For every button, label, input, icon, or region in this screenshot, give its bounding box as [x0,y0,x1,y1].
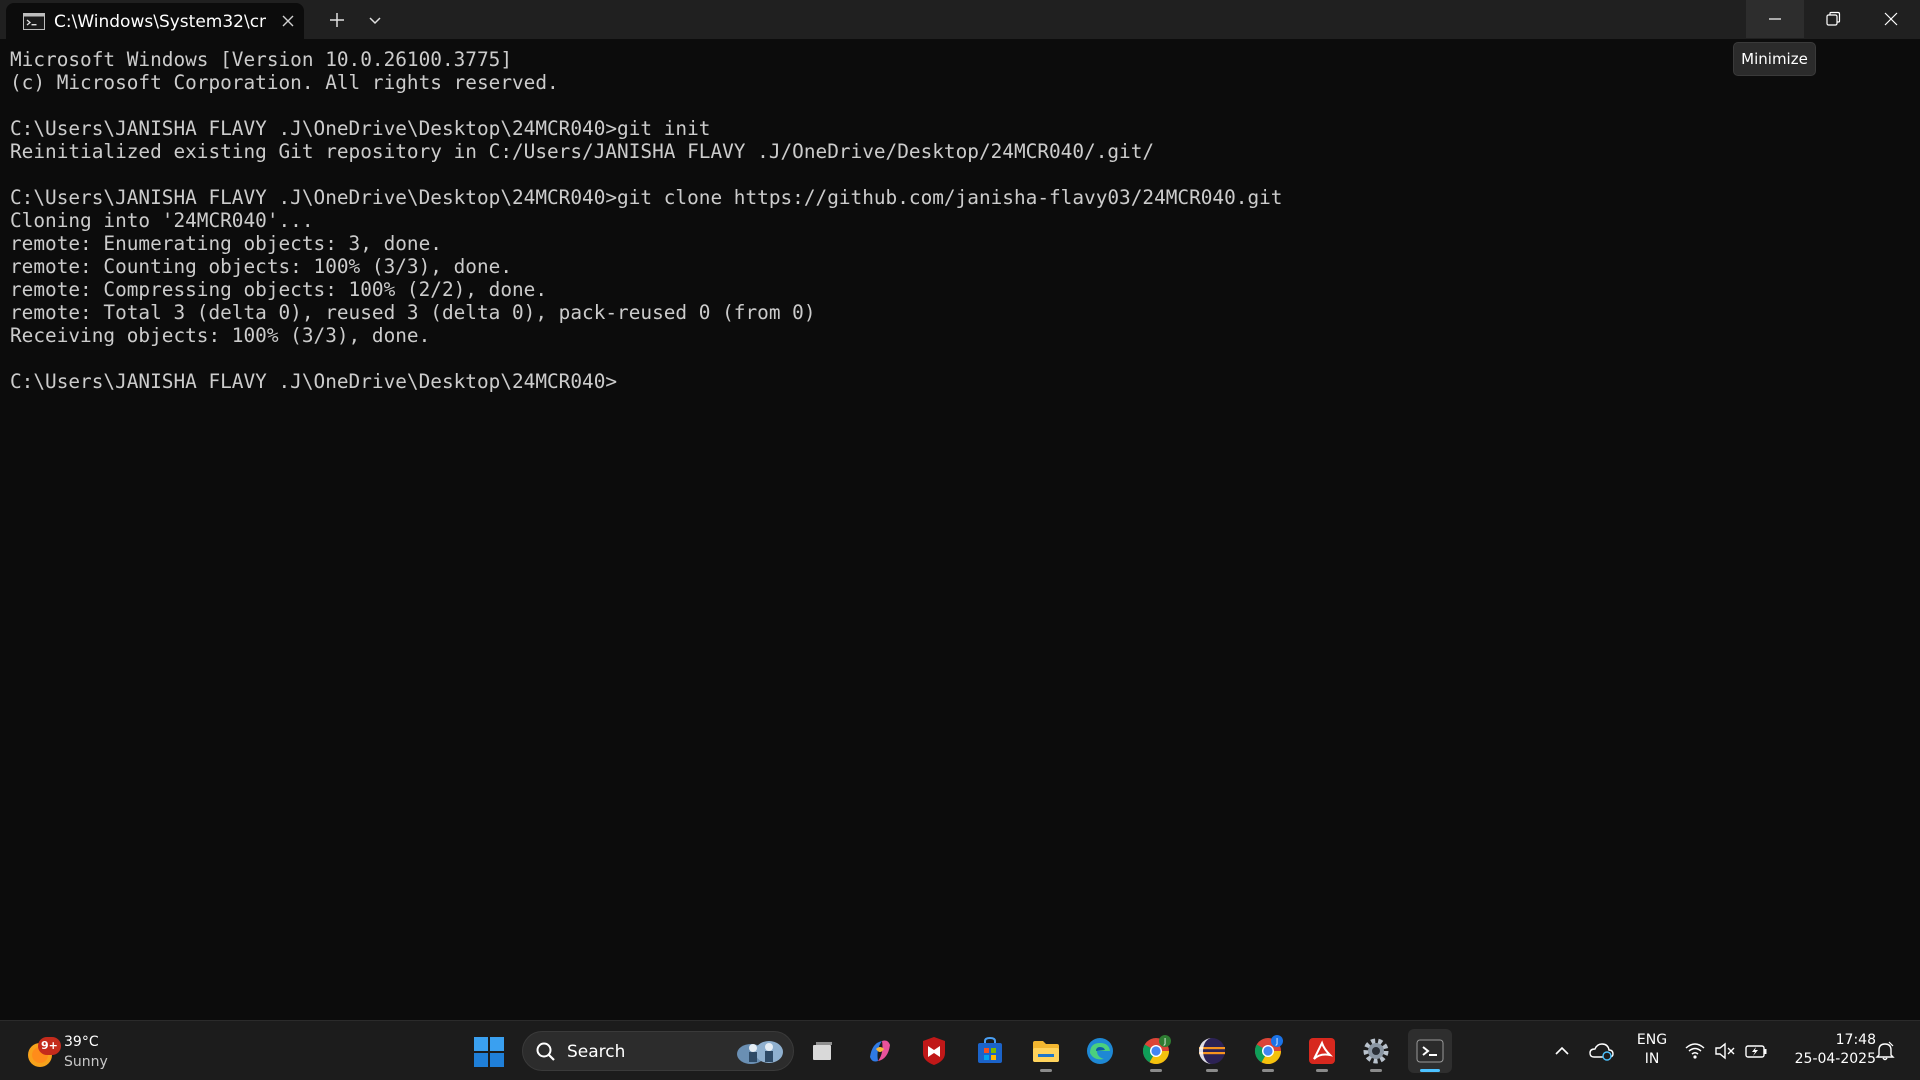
terminal-icon[interactable] [1408,1029,1452,1073]
running-indicator [1316,1069,1328,1072]
close-window-button[interactable] [1862,0,1920,38]
close-tab-icon[interactable] [278,11,298,31]
keyboard-region: IN [1644,1051,1660,1067]
terminal-line: remote: Enumerating objects: 3, done. [10,232,442,255]
active-indicator [1420,1069,1440,1072]
running-indicator [1150,1069,1162,1072]
acrobat-icon[interactable] [1300,1029,1344,1073]
terminal-line: Reinitialized existing Git repository in… [10,140,1155,163]
taskbar: 9+ 39°C Sunny Search J J ENG IN 17:48 25… [0,1020,1920,1080]
wifi-icon[interactable] [1684,1040,1706,1062]
search-highlight-icon [731,1038,789,1066]
new-tab-button[interactable] [322,8,352,32]
svg-text:J: J [1163,1037,1166,1046]
running-indicator [1040,1069,1052,1072]
title-bar: C:\Windows\System32\cmd.e [0,0,1920,39]
gear-icon[interactable] [1354,1029,1398,1073]
edge-icon[interactable] [1078,1029,1122,1073]
language-code: ENG [1636,1032,1668,1048]
eclipse-icon[interactable] [1190,1029,1234,1073]
search-placeholder: Search [567,1042,626,1062]
onedrive-icon[interactable] [1588,1040,1614,1062]
system-clock[interactable]: 17:48 25-04-2025 [1782,1031,1876,1071]
cmd-icon [23,13,45,30]
minimize-button[interactable] [1746,0,1804,38]
weather-condition: Sunny [64,1054,108,1070]
running-indicator [1370,1069,1382,1072]
tab-title: C:\Windows\System32\cmd.e [54,12,266,32]
windows-start-icon[interactable] [470,1033,508,1071]
search-input[interactable]: Search [522,1031,794,1071]
svg-text:J: J [1275,1037,1278,1046]
terminal-line: Receiving objects: 100% (3/3), done. [10,324,431,347]
weather-widget[interactable]: 9+ 39°C Sunny [24,1031,124,1073]
notification-badge: 9+ [38,1037,61,1055]
search-icon [535,1041,557,1067]
terminal-line: C:\Users\JANISHA FLAVY .J\OneDrive\Deskt… [10,117,711,140]
terminal-line: remote: Total 3 (delta 0), reused 3 (del… [10,301,816,324]
chrome-icon[interactable]: J [1134,1029,1178,1073]
terminal-line: remote: Compressing objects: 100% (2/2),… [10,278,548,301]
notification-bell-icon[interactable] [1874,1040,1896,1062]
copilot-icon[interactable] [858,1029,902,1073]
battery-icon[interactable] [1744,1040,1768,1062]
folder-icon[interactable] [1024,1029,1068,1073]
running-indicator [1206,1069,1218,1072]
running-indicator [1262,1069,1274,1072]
clock-date: 25-04-2025 [1794,1051,1876,1067]
volume-muted-icon[interactable] [1714,1040,1736,1062]
chevron-down-icon[interactable] [362,8,388,32]
terminal-line: (c) Microsoft Corporation. All rights re… [10,71,559,94]
clock-time: 17:48 [1835,1032,1876,1048]
terminal-tab[interactable]: C:\Windows\System32\cmd.e [6,3,304,39]
restore-button[interactable] [1804,0,1862,38]
language-indicator[interactable]: ENG IN [1632,1031,1672,1071]
chevron-up-icon[interactable] [1552,1041,1572,1061]
terminal-output[interactable]: Microsoft Windows [Version 10.0.26100.37… [10,48,1910,1008]
terminal-line: remote: Counting objects: 100% (3/3), do… [10,255,512,278]
terminal-line: Microsoft Windows [Version 10.0.26100.37… [10,48,512,71]
chrome-icon[interactable]: J [1246,1029,1290,1073]
mcafee-icon[interactable] [912,1029,956,1073]
task-view-icon[interactable] [800,1029,844,1073]
terminal-prompt[interactable]: C:\Users\JANISHA FLAVY .J\OneDrive\Deskt… [10,370,1910,393]
terminal-line: Cloning into '24MCR040'... [10,209,314,232]
store-icon[interactable] [968,1029,1012,1073]
terminal-line: C:\Users\JANISHA FLAVY .J\OneDrive\Deskt… [10,186,1283,209]
weather-temperature: 39°C [64,1034,99,1050]
